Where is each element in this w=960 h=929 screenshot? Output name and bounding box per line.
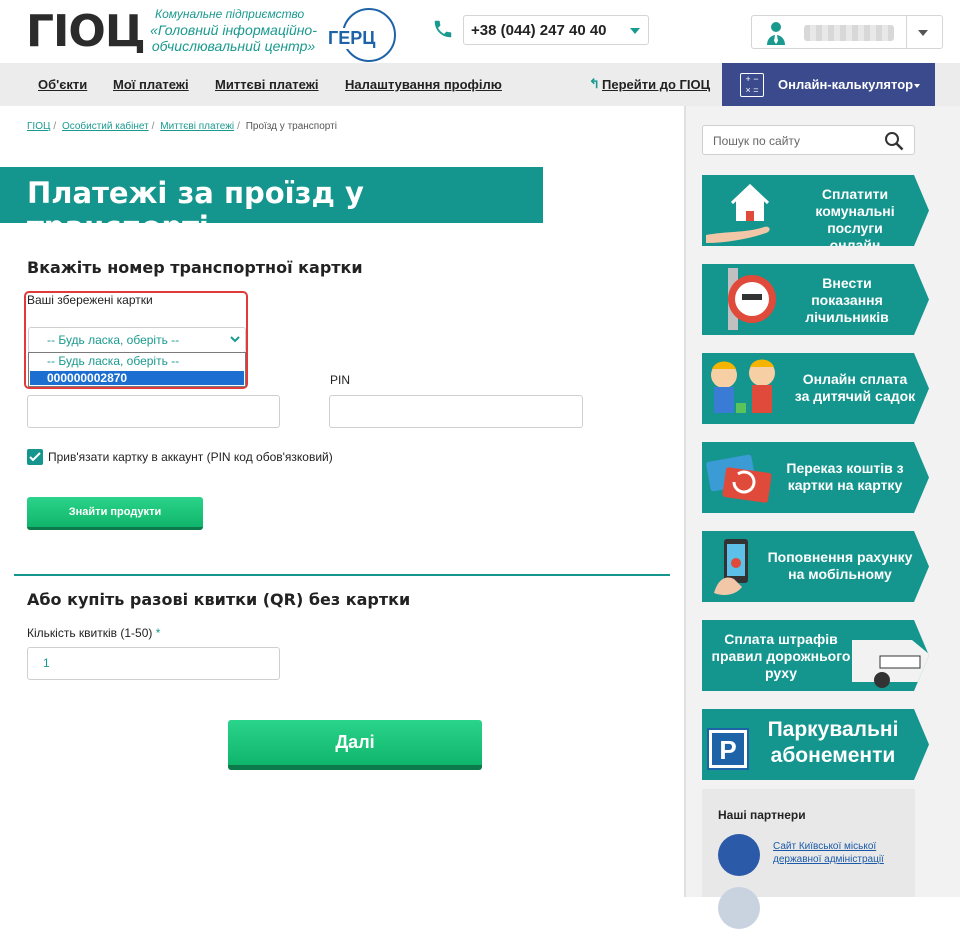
divider bbox=[684, 106, 686, 897]
promo-meters-label: Внести показання лічильників bbox=[805, 275, 889, 325]
search-input[interactable]: Пошук по сайту bbox=[713, 134, 800, 148]
kyiv-city-admin-link[interactable]: Сайт Київської міської державної адмініс… bbox=[773, 840, 893, 866]
required-mark: * bbox=[155, 626, 161, 640]
chevron-down-icon bbox=[230, 336, 240, 343]
online-calculator-button[interactable]: + − × = Онлайн-калькулятор bbox=[722, 63, 935, 106]
saved-cards-label: Ваші збережені картки bbox=[27, 293, 153, 307]
calculator-label: Онлайн-калькулятор bbox=[778, 77, 914, 92]
page-title-band: Платежі за проїзд у транспорті bbox=[0, 167, 543, 244]
goto-gioc-link[interactable]: Перейти до ГІОЦ bbox=[602, 77, 710, 92]
calculator-icon: + − × = bbox=[740, 73, 764, 97]
chevron-down-icon bbox=[914, 84, 920, 88]
saved-cards-dropdown: -- Будь ласка, оберіть -- 000000002870 bbox=[28, 352, 246, 387]
gerc-logo[interactable]: ГЕРЦ bbox=[328, 8, 398, 62]
dropdown-option-card[interactable]: 000000002870 bbox=[30, 371, 244, 385]
card-number-input[interactable] bbox=[27, 395, 280, 428]
chevron-down-icon bbox=[918, 30, 928, 36]
breadcrumb-instant-payments[interactable]: Миттєві платежі bbox=[160, 121, 234, 132]
ticket-qty-input[interactable]: 1 bbox=[27, 647, 280, 680]
gerc-logo-text: ГЕРЦ bbox=[328, 28, 378, 49]
nav-item-objects[interactable]: Об'єкти bbox=[38, 77, 87, 92]
find-products-button[interactable]: Знайти продукти bbox=[27, 497, 203, 530]
page-title: Платежі за проїзд у транспорті bbox=[27, 176, 364, 244]
nav-item-my-payments[interactable]: Мої платежі bbox=[113, 77, 189, 92]
promo-kindergarten[interactable]: Онлайн сплата за дитячий садок bbox=[702, 353, 929, 424]
house-hand-icon bbox=[706, 183, 770, 243]
breadcrumb-cabinet[interactable]: Особистий кабінет bbox=[62, 121, 149, 132]
org-name: «Головний інформаційно-обчислювальний це… bbox=[150, 22, 317, 54]
phone-number: +38 (044) 247 40 40 bbox=[471, 22, 607, 39]
promo-fines[interactable]: Сплата штрафів правил дорожнього руху bbox=[702, 620, 929, 691]
promo-mobile[interactable]: Поповнення рахунку на мобільному bbox=[702, 531, 929, 602]
return-arrow-icon: ↰ bbox=[589, 76, 600, 91]
pin-label: PIN bbox=[330, 373, 351, 387]
search-icon[interactable] bbox=[884, 131, 904, 151]
breadcrumb: ГІОЦ / Особистий кабінет / Миттєві платежі… bbox=[27, 121, 337, 132]
breadcrumb-current: Проїзд у транспорті bbox=[245, 121, 337, 132]
pin-input[interactable] bbox=[329, 395, 583, 428]
police-car-icon bbox=[852, 640, 929, 688]
next-button[interactable]: Далі bbox=[228, 720, 482, 770]
card-section-heading: Вкажіть номер транспортної картки bbox=[27, 258, 363, 277]
phone-icon bbox=[434, 20, 452, 38]
phone-dropdown[interactable]: +38 (044) 247 40 40 bbox=[463, 15, 649, 45]
divider bbox=[906, 16, 907, 48]
svg-text:P: P bbox=[719, 735, 736, 765]
promo-utilities[interactable]: Сплатити комунальні послуги онлайн bbox=[702, 175, 929, 246]
partners-heading: Наші партнери bbox=[718, 808, 806, 822]
dropdown-option-placeholder[interactable]: -- Будь ласка, оберіть -- bbox=[47, 354, 179, 368]
nav-item-profile-settings[interactable]: Налаштування профілю bbox=[345, 77, 502, 92]
saved-cards-select[interactable]: -- Будь ласка, оберіть -- bbox=[28, 327, 246, 353]
children-icon bbox=[711, 359, 775, 413]
bind-card-checkbox[interactable] bbox=[27, 449, 43, 465]
logo[interactable]: ГІОЦ bbox=[26, 10, 146, 54]
site-search[interactable]: Пошук по сайту bbox=[702, 125, 915, 155]
user-name-redacted bbox=[804, 25, 894, 41]
saved-cards-select-value: -- Будь ласка, оберіть -- bbox=[47, 333, 180, 347]
promo-parking-label: Паркувальні абонементи bbox=[767, 718, 899, 767]
nav-item-instant-payments[interactable]: Миттєві платежі bbox=[215, 77, 319, 92]
org-subtitle: Комунальне підприємство bbox=[155, 7, 305, 21]
promo-mobile-label: Поповнення рахунку на мобільному bbox=[767, 549, 913, 582]
water-meter-icon bbox=[728, 268, 776, 330]
promo-utilities-label: Сплатити комунальні послуги онлайн bbox=[815, 186, 895, 253]
checkmark-icon bbox=[29, 452, 41, 462]
qr-section-heading: Або купіть разові квитки (QR) без картки bbox=[27, 590, 411, 609]
section-divider bbox=[14, 574, 670, 576]
main-nav: Об'єкти Мої платежі Миттєві платежі Нала… bbox=[0, 63, 960, 106]
chevron-down-icon bbox=[630, 28, 640, 34]
breadcrumb-home[interactable]: ГІОЦ bbox=[27, 121, 50, 132]
promo-kindergarten-label: Онлайн сплата за дитячий садок bbox=[794, 371, 916, 404]
promo-card-transfer-label: Переказ коштів з картки на картку bbox=[786, 460, 904, 493]
partner-logo-icon bbox=[718, 887, 760, 929]
promo-parking[interactable]: P Паркувальні абонементи bbox=[702, 709, 929, 780]
user-menu[interactable] bbox=[751, 15, 943, 49]
ticket-qty-label-text: Кількість квитків (1-50) bbox=[27, 626, 153, 640]
bind-card-label: Прив'язати картку в аккаунт (PIN код обо… bbox=[48, 450, 333, 464]
site-header: ГІОЦ Комунальне підприємство «Головний і… bbox=[0, 0, 960, 63]
promo-meters[interactable]: Внести показання лічильників bbox=[702, 264, 929, 335]
ticket-qty-label: Кількість квитків (1-50) * bbox=[27, 626, 160, 640]
user-icon bbox=[767, 22, 785, 45]
kyiv-coat-of-arms-icon bbox=[718, 834, 760, 876]
promo-fines-label: Сплата штрафів правил дорожнього руху bbox=[711, 631, 851, 681]
partners-block: Наші партнери Сайт Київської міської дер… bbox=[702, 789, 915, 929]
promo-card-transfer[interactable]: Переказ коштів з картки на картку bbox=[702, 442, 929, 513]
